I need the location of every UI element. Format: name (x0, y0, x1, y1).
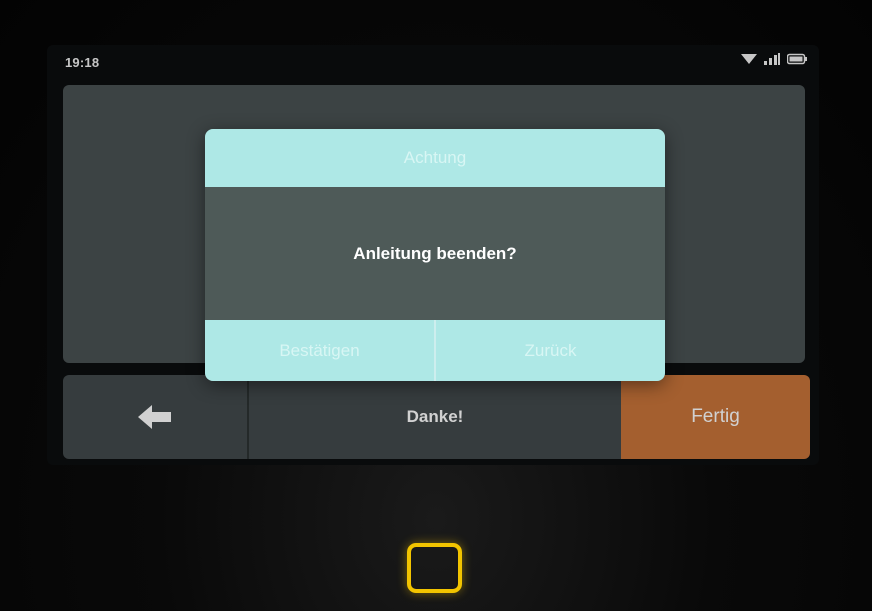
cancel-back-button[interactable]: Zurück (436, 320, 665, 381)
confirm-dialog: Achtung Anleitung beenden? Bestätigen Zu… (205, 129, 665, 381)
dialog-title: Achtung (205, 129, 665, 187)
device-frame: 19:18 Danke! Fertig Achtung Anleitung be… (0, 0, 872, 611)
dialog-message: Anleitung beenden? (353, 243, 517, 263)
home-key-button[interactable] (407, 543, 462, 593)
display-screen: 19:18 Danke! Fertig Achtung Anleitung be… (47, 45, 819, 465)
dialog-actions: Bestätigen Zurück (205, 320, 665, 381)
confirm-button[interactable]: Bestätigen (205, 320, 436, 381)
